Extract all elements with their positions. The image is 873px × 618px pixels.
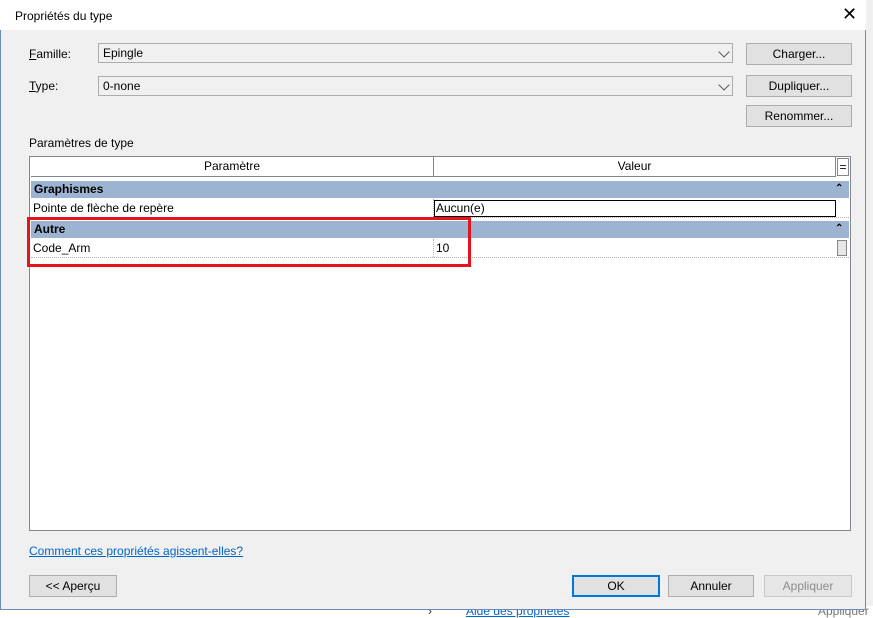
value-input-pointe-fleche[interactable]: Aucun(e)	[434, 200, 836, 217]
highlight-box	[27, 217, 471, 267]
chevron-down-icon	[718, 46, 730, 58]
value-cell-code-arm[interactable]: 10	[436, 239, 834, 257]
famille-dropdown[interactable]: Epingle	[98, 43, 733, 63]
ok-button[interactable]: OK	[572, 575, 660, 597]
group-header-graphismes[interactable]: Graphismes	[31, 181, 849, 198]
type-dropdown[interactable]: 0-none	[98, 76, 733, 96]
renommer-button[interactable]: Renommer...	[746, 105, 852, 127]
type-value: 0-none	[103, 79, 141, 93]
group-name: Graphismes	[34, 182, 104, 196]
column-header-parametre[interactable]: Paramètre	[31, 157, 433, 177]
help-link[interactable]: Comment ces propriétés agissent-elles?	[29, 544, 243, 558]
annuler-button[interactable]: Annuler	[668, 575, 754, 597]
type-label: Type:	[29, 79, 59, 93]
title-bar	[0, 0, 866, 30]
apercu-button[interactable]: << Aperçu	[29, 575, 117, 597]
chevron-down-icon	[718, 79, 730, 91]
close-icon[interactable]: ✕	[842, 5, 857, 23]
collapse-all-button[interactable]: =	[837, 158, 849, 176]
famille-label: Famille:	[29, 47, 72, 61]
dialog-title: Propriétés du type	[15, 9, 113, 23]
appliquer-button[interactable]: Appliquer	[764, 575, 852, 597]
section-label: Paramètres de type	[29, 136, 134, 150]
collapse-up-icon[interactable]: ⌃	[835, 184, 843, 194]
dupliquer-button[interactable]: Dupliquer...	[746, 75, 852, 97]
collapse-up-icon[interactable]: ⌃	[835, 224, 843, 234]
charger-button[interactable]: Charger...	[746, 43, 852, 65]
edit-button[interactable]	[837, 240, 847, 256]
column-separator	[835, 157, 836, 177]
famille-value: Epingle	[103, 46, 144, 60]
column-header-valeur[interactable]: Valeur	[434, 157, 835, 177]
param-cell: Pointe de flèche de repère	[33, 201, 174, 215]
